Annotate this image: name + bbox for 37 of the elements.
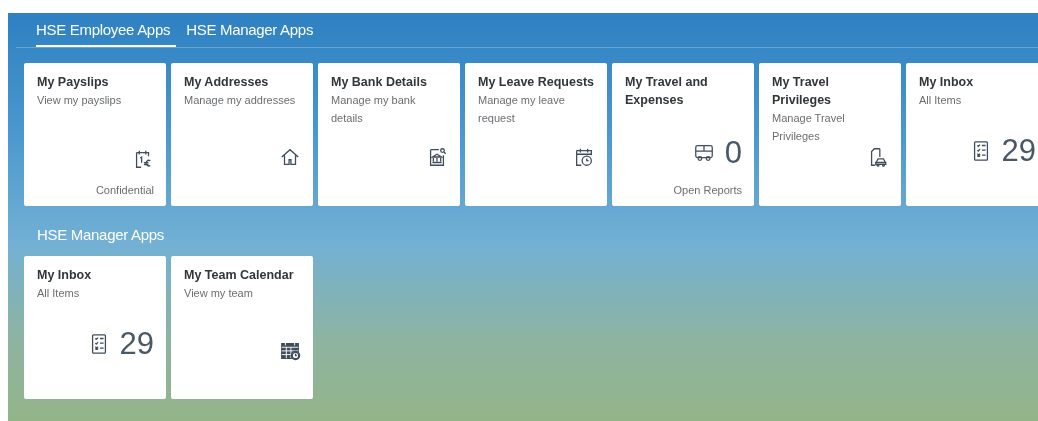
tile-title: My Leave Requests xyxy=(478,74,595,91)
tile-footer: Confidential xyxy=(37,184,154,196)
tile-title: My Travel Privileges xyxy=(772,74,833,109)
tile-count: 29 xyxy=(1001,134,1036,168)
tile-subtitle: All Items xyxy=(37,286,81,301)
tile-subtitle: Manage my leave request xyxy=(478,93,566,126)
tile-subtitle: Manage my bank details xyxy=(331,93,417,126)
tile-subtitle: All Items xyxy=(919,93,963,108)
tile-subtitle: Manage Travel Privileges xyxy=(772,111,846,144)
tile-count: 29 xyxy=(119,327,154,361)
tile-title: My Addresses xyxy=(184,74,270,91)
tile-subtitle: Manage my addresses xyxy=(184,93,297,108)
tile-count: 0 xyxy=(724,136,742,170)
tile-title: My Inbox xyxy=(37,267,93,284)
app-tile[interactable]: My Inbox All Items 29 xyxy=(906,63,1038,206)
tile-title: My Payslips xyxy=(37,74,110,91)
tab[interactable]: HSE Manager Apps xyxy=(186,13,320,47)
tile-title: My Inbox xyxy=(919,74,975,91)
app-tile[interactable]: My Inbox All Items 29 xyxy=(24,256,166,399)
app-tile[interactable]: My Team Calendar View my team xyxy=(171,256,313,399)
app-tile[interactable]: My Travel Privileges Manage Travel Privileges xyxy=(759,63,901,206)
house-icon xyxy=(279,146,301,168)
app-tile[interactable]: My Addresses Manage my addresses xyxy=(171,63,313,206)
calendar-clock-icon xyxy=(573,146,595,168)
section-title: HSE Manager Apps xyxy=(37,226,165,243)
app-tile[interactable]: My Leave Requests Manage my leave request xyxy=(465,63,607,206)
app-tile[interactable]: My Bank Details Manage my bank details xyxy=(318,63,460,206)
bus-icon xyxy=(692,142,715,164)
tile-subtitle: View my payslips xyxy=(37,93,123,108)
app-tile[interactable]: My Travel and Expenses 0 Open Reports xyxy=(612,63,754,206)
tile-title: My Bank Details xyxy=(331,74,428,91)
tab[interactable]: HSE Employee Apps xyxy=(36,13,177,47)
tile-title: My Travel and Expenses xyxy=(625,74,709,109)
tile-footer: Open Reports xyxy=(625,184,742,196)
tile-title: My Team Calendar xyxy=(184,267,295,284)
app-tile[interactable]: My Payslips View my payslips Confidential xyxy=(24,63,166,206)
tile-subtitle: View my team xyxy=(184,286,254,301)
